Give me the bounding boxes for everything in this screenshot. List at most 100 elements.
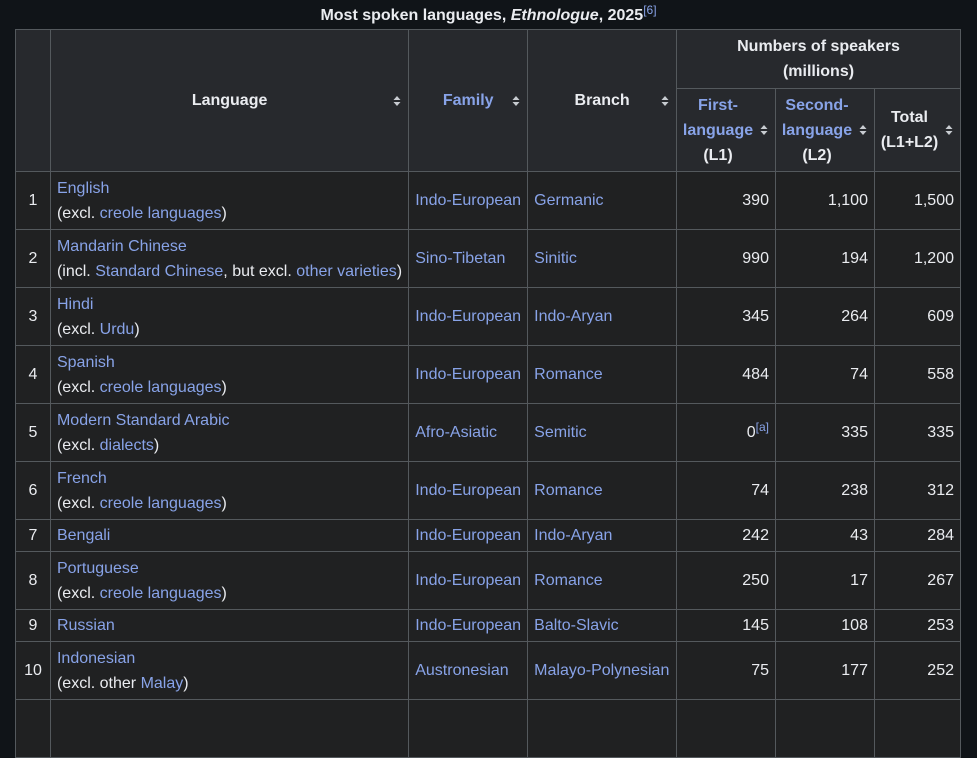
l2-cell: 43 [774,519,875,552]
l1-cell: 990 [676,229,776,288]
family-link[interactable]: Indo-European [415,366,521,383]
sort-updown-icon[interactable] [859,124,867,136]
sort-updown-icon[interactable] [393,95,401,107]
family-link[interactable]: Afro-Asiatic [415,424,497,441]
note-link[interactable]: creole languages [100,585,222,602]
note-link[interactable]: Malay [141,675,184,692]
header-total[interactable]: Total (L1+L2) [873,88,962,172]
language-link[interactable]: Russian [57,617,115,634]
l1-cell: 345 [676,287,776,346]
note-link[interactable]: other varieties [296,263,397,280]
branch-link[interactable]: Malayo-Polynesian [534,662,669,679]
language-link[interactable]: Bengali [57,527,110,544]
total-cell: 1,500 [873,171,962,230]
header-family[interactable]: Family [408,29,529,172]
note-link[interactable]: Standard Chinese [95,263,223,280]
family-link[interactable]: Indo-European [415,308,521,325]
family-cell [408,699,529,758]
header-l1[interactable]: First-language (L1) [676,88,776,172]
branch-link[interactable]: Germanic [534,192,603,209]
note-link[interactable]: creole languages [100,495,222,512]
language-link[interactable]: Hindi [57,296,93,313]
header-l1-link[interactable]: First-language [683,97,753,139]
l2-cell [774,699,875,758]
note-link[interactable]: dialects [100,437,154,454]
sort-updown-icon[interactable] [661,95,669,107]
branch-cell: Indo-Aryan [527,287,677,346]
family-cell: Indo-European [408,551,529,610]
language-cell: Hindi (excl. Urdu) [49,287,410,346]
l2-cell: 74 [774,345,875,404]
note-text: (incl. [56,262,96,280]
total-cell: 335 [873,403,962,462]
language-link[interactable]: French [57,470,107,487]
branch-link[interactable]: Indo-Aryan [534,308,612,325]
header-l2-link[interactable]: Second-language [782,97,852,139]
family-link[interactable]: Indo-European [415,192,521,209]
l2-cell: 335 [774,403,875,462]
family-link[interactable]: Austronesian [415,662,508,679]
header-language[interactable]: Language [49,29,410,172]
sort-updown-icon[interactable] [945,124,953,136]
l2-cell: 264 [774,287,875,346]
family-cell: Indo-European [408,345,529,404]
language-cell: Russian [49,609,410,642]
branch-link[interactable]: Balto-Slavic [534,617,618,634]
note-text: (excl. [56,204,100,222]
header-total-label: Total (L1+L2) [880,109,939,151]
language-link[interactable]: Mandarin Chinese [57,238,187,255]
caption-source: Ethnologue [510,7,599,24]
branch-cell [527,699,677,758]
l2-cell: 238 [774,461,875,520]
branch-link[interactable]: Romance [534,482,602,499]
family-link[interactable]: Sino-Tibetan [415,250,505,267]
sort-updown-icon[interactable] [760,124,768,136]
note-text: ) [153,436,160,454]
header-rank [15,29,51,172]
table-body: 1 English (excl. creole languages) Indo-… [15,171,962,758]
table-caption: Most spoken languages, Ethnologue, 2025[… [0,0,977,29]
note-text: , but excl. [223,262,297,280]
header-l2[interactable]: Second-language (L2) [774,88,875,172]
table-row: 10 Indonesian (excl. other Malay) Austro… [15,641,962,700]
l1-cell: 484 [676,345,776,404]
language-link[interactable]: Spanish [57,354,115,371]
language-link[interactable]: Indonesian [57,650,135,667]
header-l2-suffix: (L2) [802,146,832,164]
language-link[interactable]: Portuguese [57,560,139,577]
branch-link[interactable]: Indo-Aryan [534,527,612,544]
note-text: (excl. [56,436,100,454]
note-link[interactable]: creole languages [100,205,222,222]
branch-cell: Semitic [527,403,677,462]
sort-updown-icon[interactable] [512,95,520,107]
table-row: 4 Spanish (excl. creole languages) Indo-… [15,345,962,404]
header-branch[interactable]: Branch [527,29,677,172]
rank-cell: 8 [15,551,51,610]
branch-link[interactable]: Romance [534,366,602,383]
branch-link[interactable]: Semitic [534,424,586,441]
caption-suffix: , 2025 [598,7,644,24]
note-link[interactable]: creole languages [100,379,222,396]
branch-link[interactable]: Romance [534,572,602,589]
note-link[interactable]: Urdu [100,321,135,338]
l1-value: 0 [746,424,756,441]
footnote-ref-link[interactable]: [a] [756,420,769,434]
branch-cell: Romance [527,461,677,520]
total-cell: 284 [873,519,962,552]
l2-cell: 17 [774,551,875,610]
header-l1-suffix: (L1) [703,146,733,164]
branch-link[interactable]: Sinitic [534,250,577,267]
note-text: (excl. [56,320,100,338]
caption-ref-link[interactable]: [6] [643,3,656,17]
family-link[interactable]: Indo-European [415,482,521,499]
rank-cell: 7 [15,519,51,552]
total-cell: 1,200 [873,229,962,288]
header-family-link[interactable]: Family [443,92,494,109]
language-link[interactable]: Modern Standard Arabic [57,412,230,429]
language-link[interactable]: English [57,180,109,197]
family-link[interactable]: Indo-European [415,617,521,634]
family-link[interactable]: Indo-European [415,572,521,589]
family-link[interactable]: Indo-European [415,527,521,544]
total-cell: 253 [873,609,962,642]
languages-table: Language Family Branch Numbers of speake… [15,29,962,758]
